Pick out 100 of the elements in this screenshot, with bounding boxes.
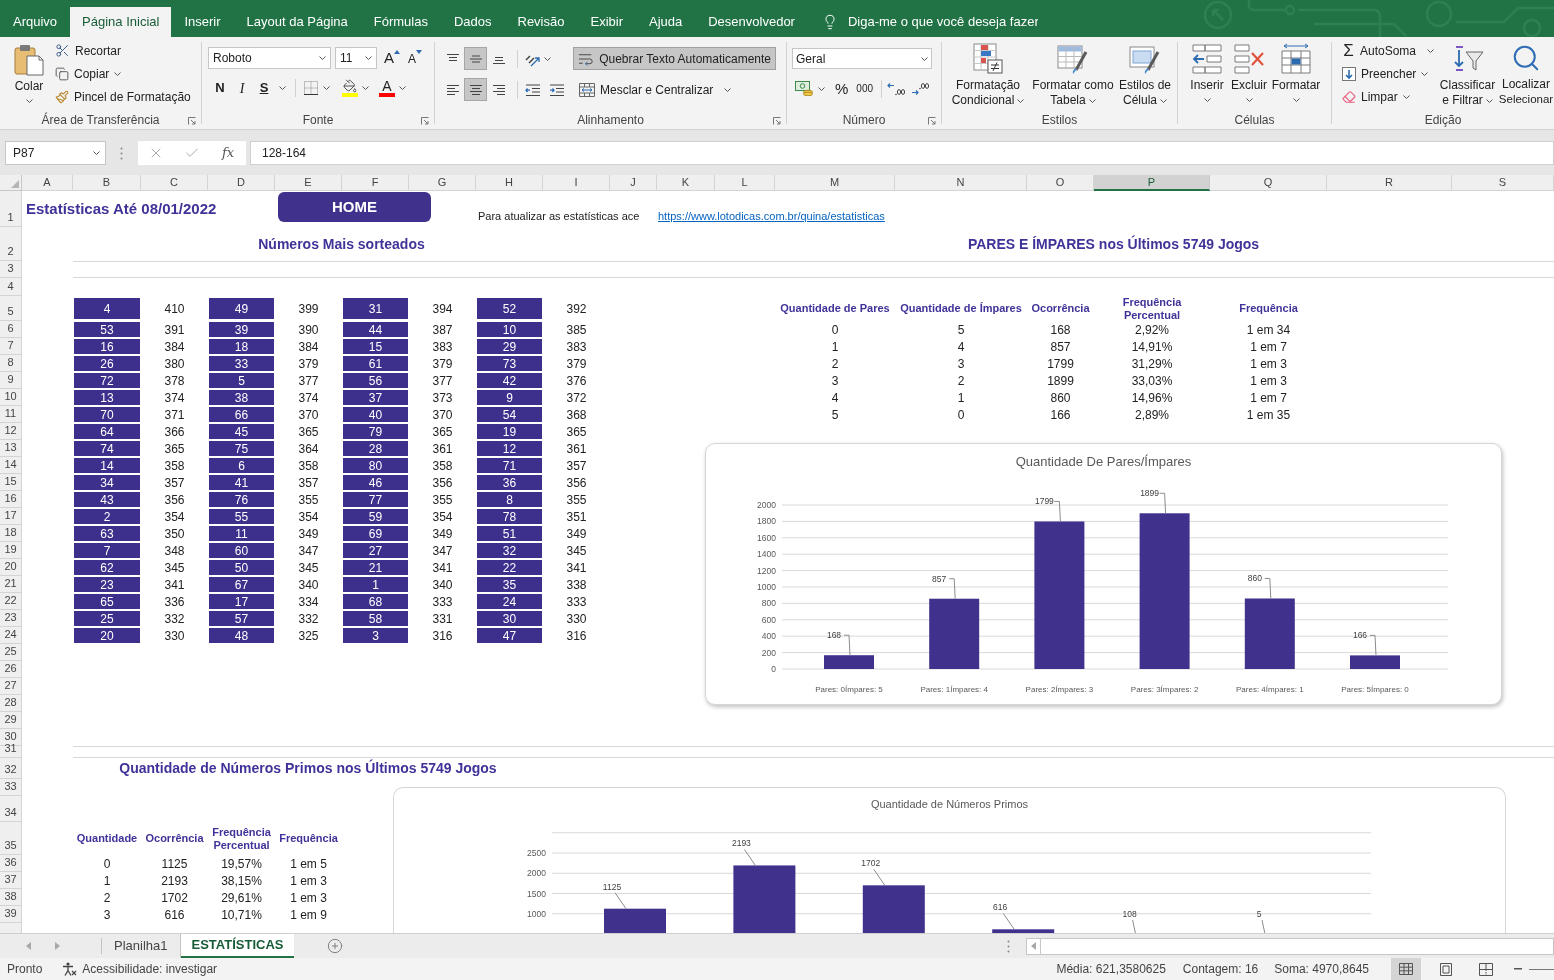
italic-button[interactable]: I [231, 77, 253, 99]
row-header[interactable]: 28 [0, 695, 22, 712]
dialog-launcher-icon[interactable] [188, 117, 196, 125]
align-center-button[interactable] [464, 78, 487, 101]
format-as-table-button[interactable]: Formatar como Tabela [1031, 43, 1115, 108]
ribbon-tab[interactable]: Ajuda [636, 7, 696, 37]
currency-button[interactable] [795, 81, 825, 96]
thousands-button[interactable]: 000 [856, 79, 874, 98]
plus-circle-icon[interactable] [327, 938, 344, 954]
ribbon-tab[interactable]: Revisão [504, 7, 578, 37]
row-header[interactable]: 16 [0, 491, 22, 508]
row-header[interactable]: 8 [0, 355, 22, 372]
row-header[interactable]: 2 [0, 227, 22, 261]
update-link[interactable]: https://www.lotodicas.com.br/quina/estatisticas [658, 210, 885, 223]
column-header[interactable]: J [610, 175, 657, 191]
percent-button[interactable]: % [835, 79, 849, 98]
increase-decimal-button[interactable] [887, 81, 906, 96]
ribbon-tab[interactable]: Dados [440, 7, 505, 37]
horizontal-scrollbar[interactable] [1026, 937, 1554, 955]
column-header[interactable]: O [1027, 175, 1094, 191]
ribbon-tab[interactable]: Layout da Página [233, 7, 361, 37]
insert-function-button[interactable]: fx [210, 141, 246, 165]
font-size-dropdown[interactable]: 11 [335, 47, 377, 69]
column-header[interactable]: F [342, 175, 409, 191]
column-header[interactable]: C [141, 175, 208, 191]
column-header[interactable]: P [1094, 175, 1210, 191]
fill-color-button[interactable] [342, 77, 369, 99]
insert-cells-button[interactable]: Inserir [1186, 43, 1228, 102]
column-header[interactable]: H [476, 175, 543, 191]
row-header[interactable]: 24 [0, 627, 22, 644]
row-header[interactable]: 13 [0, 440, 22, 457]
minus-icon[interactable] [1514, 968, 1522, 970]
wrap-text-button[interactable]: Quebrar Texto Automaticamente [573, 47, 776, 70]
row-header[interactable]: 38 [0, 889, 22, 906]
sheet-tab[interactable]: ESTATÍSTICAS [180, 934, 295, 958]
row-header[interactable]: 11 [0, 406, 22, 423]
row-header[interactable]: 4 [0, 278, 22, 296]
decrease-decimal-button[interactable] [911, 81, 930, 96]
number-format-dropdown[interactable]: Geral [792, 48, 932, 69]
underline-button[interactable]: S [253, 77, 275, 99]
formula-input[interactable]: 128-164 [250, 141, 1554, 165]
fill-button[interactable]: Preencher [1340, 62, 1436, 85]
format-cells-button[interactable]: Formatar [1270, 43, 1322, 102]
row-header[interactable]: 12 [0, 423, 22, 440]
row-header[interactable]: 35 [0, 822, 22, 855]
row-header[interactable]: 20 [0, 559, 22, 576]
ribbon-tab[interactable]: Arquivo [0, 7, 71, 37]
row-header[interactable]: 15 [0, 474, 22, 491]
row-header[interactable]: 19 [0, 542, 22, 559]
normal-view-button[interactable] [1391, 958, 1421, 980]
row-header[interactable]: 29 [0, 712, 22, 729]
grow-font-button[interactable]: A [384, 47, 400, 69]
row-header[interactable]: 1 [0, 191, 22, 227]
font-name-dropdown[interactable]: Roboto [208, 47, 331, 69]
home-button[interactable]: HOME [278, 192, 431, 222]
dialog-launcher-icon[interactable] [773, 117, 781, 125]
column-header[interactable]: D [208, 175, 275, 191]
row-header[interactable]: 5 [0, 296, 22, 321]
row-header[interactable]: 26 [0, 661, 22, 678]
row-header[interactable]: 10 [0, 389, 22, 406]
cell-styles-button[interactable]: Estilos de Célula [1115, 43, 1175, 108]
column-header[interactable]: S [1452, 175, 1554, 191]
merge-center-button[interactable]: Mesclar e Centralizar [575, 78, 736, 101]
row-header[interactable]: 22 [0, 593, 22, 610]
dialog-launcher-icon[interactable] [928, 117, 936, 125]
row-header[interactable]: 21 [0, 576, 22, 593]
row-header[interactable]: 14 [0, 457, 22, 474]
column-header[interactable]: R [1327, 175, 1452, 191]
row-header[interactable]: 7 [0, 338, 22, 355]
row-header[interactable]: 9 [0, 372, 22, 389]
row-header[interactable]: 37 [0, 872, 22, 889]
ribbon-tab[interactable]: Página Inicial [70, 7, 172, 37]
paste-button[interactable]: Colar [10, 39, 48, 108]
copy-button[interactable]: Copiar [53, 62, 193, 85]
row-header[interactable]: 39 [0, 906, 22, 923]
row-header[interactable]: 3 [0, 261, 22, 278]
column-header[interactable]: B [73, 175, 141, 191]
column-header[interactable]: E [275, 175, 342, 191]
column-header[interactable]: N [895, 175, 1027, 191]
cut-button[interactable]: Recortar [53, 39, 193, 62]
conditional-formatting-button[interactable]: Formatação Condicional [945, 43, 1031, 108]
name-box[interactable]: P87 [5, 141, 106, 165]
ribbon-tab[interactable]: Exibir [577, 7, 636, 37]
row-header[interactable]: 33 [0, 779, 22, 796]
row-header[interactable]: 18 [0, 525, 22, 542]
row-header[interactable]: 17 [0, 508, 22, 525]
column-header[interactable]: I [543, 175, 610, 191]
column-header[interactable]: G [409, 175, 476, 191]
row-header[interactable]: 32 [0, 758, 22, 779]
row-header[interactable]: 27 [0, 678, 22, 695]
row-header[interactable]: 36 [0, 855, 22, 872]
delete-cells-button[interactable]: Excluir [1228, 43, 1270, 102]
font-color-button[interactable]: A [379, 77, 406, 99]
shrink-font-button[interactable]: A [408, 47, 423, 69]
sort-filter-button[interactable]: Classificar e Filtrar [1438, 39, 1497, 108]
column-header[interactable]: Q [1210, 175, 1327, 191]
tell-me-field[interactable]: Diga-me o que você deseja fazer [847, 12, 1038, 32]
format-painter-button[interactable]: Pincel de Formatação [53, 85, 193, 108]
row-header[interactable]: 25 [0, 644, 22, 661]
dialog-launcher-icon[interactable] [421, 117, 429, 125]
